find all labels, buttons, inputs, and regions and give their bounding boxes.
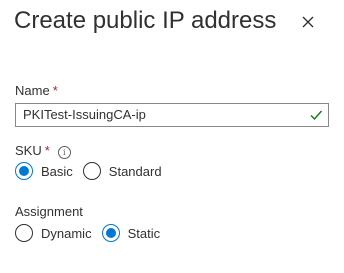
panel-title: Create public IP address (14, 7, 277, 34)
assignment-option-dynamic-label: Dynamic (41, 225, 92, 241)
assignment-radio-group: Dynamic Static (15, 224, 170, 242)
sku-option-standard-label: Standard (108, 163, 162, 179)
name-label-text: Name (15, 83, 50, 98)
assignment-label: Assignment (15, 204, 83, 220)
radio-unselected-icon[interactable] (82, 162, 101, 180)
assignment-option-static[interactable]: Static (101, 224, 161, 242)
create-public-ip-panel: Create public IP address Name * PKITest-I… (0, 0, 344, 273)
sku-option-basic-label: Basic (41, 163, 73, 179)
assignment-option-static-label: Static (127, 225, 161, 241)
name-required-mark: * (52, 83, 58, 98)
sku-required-mark: * (44, 143, 50, 158)
sku-radio-group: Basic Standard (15, 162, 172, 180)
sku-label-text: SKU (15, 143, 42, 158)
sku-label: SKU * i (15, 143, 71, 159)
name-label: Name * (15, 83, 58, 99)
sku-option-standard[interactable]: Standard (82, 162, 162, 180)
assignment-option-dynamic[interactable]: Dynamic (15, 224, 92, 242)
radio-unselected-icon[interactable] (15, 224, 33, 242)
sku-option-basic[interactable]: Basic (15, 162, 73, 180)
name-field[interactable]: PKITest-IssuingCA-ip (15, 103, 329, 127)
assignment-label-text: Assignment (15, 204, 83, 219)
checkmark-icon (309, 108, 323, 122)
radio-selected-icon[interactable] (101, 224, 120, 242)
name-field-value[interactable]: PKITest-IssuingCA-ip (23, 107, 146, 123)
close-icon[interactable] (296, 10, 320, 34)
info-icon[interactable]: i (57, 146, 71, 159)
radio-selected-icon[interactable] (15, 162, 33, 180)
